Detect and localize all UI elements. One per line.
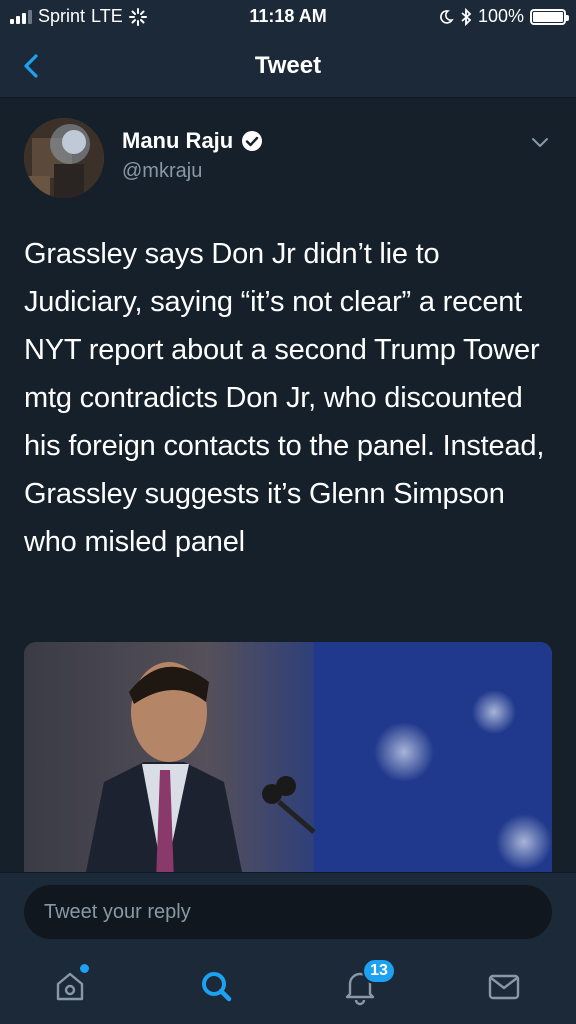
battery-percent: 100% — [477, 6, 524, 26]
tab-bar — [0, 952, 576, 1024]
media-photo — [84, 642, 552, 882]
bluetooth-icon — [461, 7, 472, 26]
avatar-image — [24, 118, 104, 198]
messages-icon[interactable] — [484, 966, 524, 1006]
status-right: 100% — [438, 6, 569, 27]
tweet-detail-screen: Sprint LTE 11:18 AM 100% Tweet Manu Raju… — [0, 0, 576, 1024]
chevron-down-icon[interactable] — [530, 136, 550, 150]
new-tweets-dot — [80, 964, 89, 973]
moon-icon — [440, 9, 454, 24]
status-bar: Sprint LTE 11:18 AM 100% — [0, 0, 576, 34]
avatar[interactable] — [24, 118, 104, 198]
battery-icon — [530, 8, 569, 25]
reply-bar: Tweet your reply — [0, 872, 576, 952]
page-title: Tweet — [254, 52, 322, 79]
author-handle[interactable]: @mkraju — [122, 160, 202, 183]
tweet-media-image[interactable] — [24, 642, 552, 882]
tweet-author: Manu Raju @mkraju — [24, 118, 554, 202]
author-name[interactable]: Manu Raju — [122, 128, 233, 154]
reply-input[interactable]: Tweet your reply — [24, 885, 552, 939]
nav-header: Tweet — [0, 34, 576, 98]
search-icon[interactable] — [196, 966, 236, 1006]
author-name-row: Manu Raju — [122, 128, 263, 154]
verified-badge-icon — [242, 131, 263, 151]
notifications-badge: 13 — [362, 958, 396, 984]
tweet-text: Grassley says Don Jr didn’t lie to Judic… — [24, 238, 545, 558]
